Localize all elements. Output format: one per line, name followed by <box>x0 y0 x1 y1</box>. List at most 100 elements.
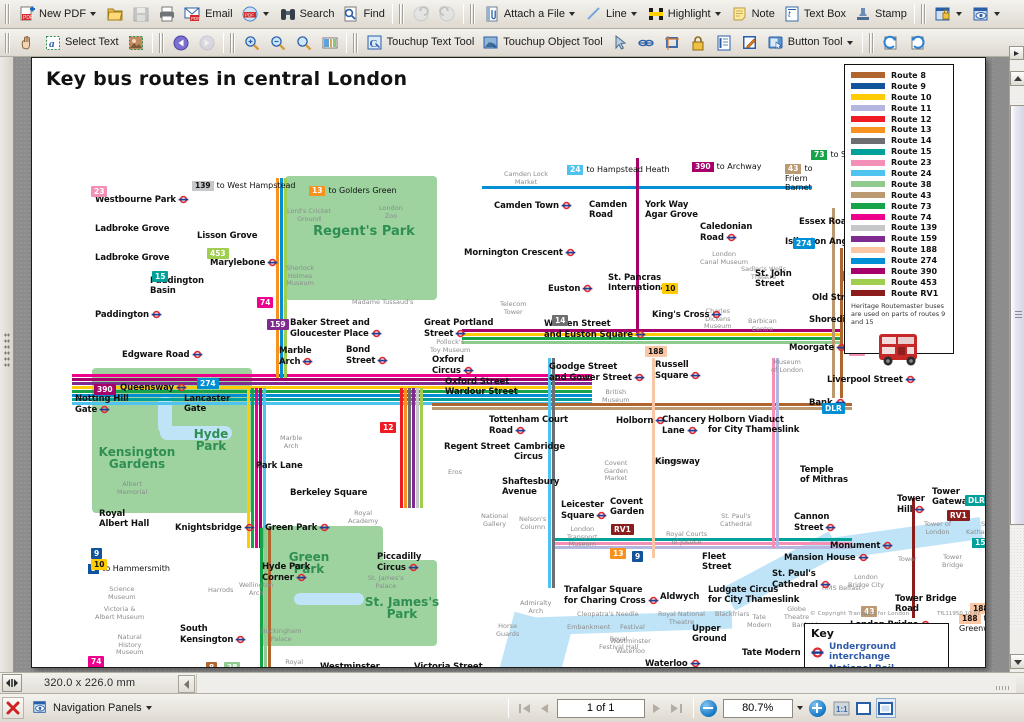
toolbar-grip[interactable] <box>158 32 165 53</box>
route-number-badge: 23 <box>91 186 108 197</box>
new-pdf-label: New PDF <box>39 7 87 20</box>
open-button[interactable] <box>102 2 128 26</box>
snapshot-button[interactable] <box>123 31 149 55</box>
toolbar-grip[interactable] <box>5 32 11 53</box>
key-item-underground: Underground interchange <box>811 642 942 662</box>
text-box-button[interactable]: t Text Box <box>779 2 850 26</box>
rotate-cw-button[interactable] <box>904 31 930 55</box>
previous-view-button[interactable] <box>168 31 194 55</box>
navigation-pane-strip[interactable] <box>0 57 14 672</box>
attach-file-button[interactable]: Attach a File <box>479 2 581 26</box>
scrollbar-thumb[interactable] <box>1010 105 1024 525</box>
vertical-scrollbar[interactable] <box>1009 46 1024 672</box>
search-label: Search <box>299 7 335 20</box>
chevron-down-icon[interactable] <box>714 12 721 16</box>
print-button[interactable] <box>154 2 180 26</box>
station-name: Cannon Street <box>794 512 830 533</box>
rotate-ccw-button[interactable] <box>878 31 904 55</box>
edit-form-button[interactable] <box>737 31 763 55</box>
next-view-button[interactable] <box>194 31 220 55</box>
chevron-down-icon[interactable] <box>262 12 269 16</box>
security-field-button[interactable] <box>685 31 711 55</box>
zoom-out-button-status[interactable] <box>699 699 717 717</box>
fit-width-button[interactable] <box>875 698 896 718</box>
form-field-button[interactable] <box>711 31 737 55</box>
underground-roundel-icon <box>597 511 607 519</box>
pdf-page[interactable]: Key bus routes in central London Regent'… <box>31 57 986 668</box>
pane-splitter-grip[interactable] <box>4 332 10 368</box>
zoom-out-button[interactable] <box>265 31 291 55</box>
chevron-down-icon[interactable] <box>796 706 803 710</box>
chevron-down-icon[interactable] <box>993 12 1000 16</box>
toolbar-grip[interactable] <box>5 4 11 24</box>
page-canvas[interactable]: Key bus routes in central London Regent'… <box>15 57 996 672</box>
line-tool-button[interactable]: Line <box>581 2 643 26</box>
chevron-down-icon[interactable] <box>955 12 962 16</box>
toolbar-grip[interactable] <box>868 32 875 53</box>
route-line <box>462 329 842 333</box>
station-name: Cambridge Circus <box>514 442 566 462</box>
button-tool-button[interactable]: Button Tool <box>763 31 859 55</box>
station-name: Mornington Crescent <box>464 248 563 258</box>
zoom-level-field[interactable]: 80.7% <box>722 698 793 718</box>
underground-roundel-icon <box>176 383 187 392</box>
first-page-button[interactable] <box>515 698 535 718</box>
close-panel-button[interactable] <box>2 697 24 719</box>
select-object-button[interactable] <box>607 31 633 55</box>
toolbar-grip[interactable] <box>352 32 359 53</box>
previous-page-button[interactable] <box>535 698 555 718</box>
scroll-down-button[interactable] <box>1010 654 1024 669</box>
pdf-convert-button[interactable]: PDF <box>237 2 275 26</box>
toolbar-separator <box>462 4 464 24</box>
navigation-panels-button[interactable]: Navigation Panels <box>28 696 158 720</box>
route-number-badge: 14 <box>552 315 569 326</box>
horizontal-scrollbar[interactable] <box>196 674 1016 693</box>
link-tool-button[interactable] <box>633 31 659 55</box>
route-line <box>462 333 842 337</box>
touchup-object-tool-button[interactable]: Touchup Object Tool <box>478 31 606 55</box>
chevron-down-icon[interactable] <box>630 12 637 16</box>
line-icon <box>585 5 603 23</box>
scroll-up-button[interactable] <box>1010 71 1024 86</box>
toolbar-grip[interactable] <box>398 4 405 24</box>
legend-route-label: Route 12 <box>891 114 932 124</box>
chevron-down-icon[interactable] <box>90 12 97 16</box>
highlight-button[interactable]: Highlight <box>643 2 727 26</box>
chevron-down-icon[interactable] <box>145 706 152 710</box>
find-button[interactable]: Find <box>338 2 388 26</box>
email-button[interactable]: PDF Email <box>180 2 237 26</box>
note-button[interactable]: Note <box>727 2 779 26</box>
loupe-button[interactable] <box>291 31 317 55</box>
redo-button[interactable] <box>434 2 460 26</box>
toolbar-grip[interactable] <box>229 32 236 53</box>
undo-button[interactable] <box>408 2 434 26</box>
select-text-button[interactable]: a Select Text <box>40 31 123 55</box>
chevron-down-icon[interactable] <box>846 40 853 45</box>
secure-button[interactable] <box>930 2 968 26</box>
actual-size-button[interactable]: 1:1 <box>832 698 852 718</box>
stamp-button[interactable]: Stamp <box>850 2 911 26</box>
next-page-button[interactable] <box>647 698 667 718</box>
toolbar-grip[interactable] <box>469 4 476 24</box>
last-page-button[interactable] <box>667 698 687 718</box>
new-pdf-button[interactable]: PDF New PDF <box>14 2 102 26</box>
collapse-pane-button[interactable] <box>178 675 195 693</box>
toolbar-grip[interactable] <box>920 4 927 24</box>
legend-row: Route 38 <box>851 179 947 190</box>
split-view-button[interactable] <box>2 674 22 692</box>
scroll-split-button[interactable] <box>1009 46 1024 60</box>
chevron-down-icon[interactable] <box>568 12 575 16</box>
page-number-field[interactable]: 1 of 1 <box>556 698 645 718</box>
poi-label: Eros <box>448 468 462 476</box>
hand-tool-button[interactable] <box>14 31 40 55</box>
zoom-in-button[interactable] <box>239 31 265 55</box>
crop-tool-button[interactable] <box>659 31 685 55</box>
pan-zoom-window-button[interactable] <box>317 31 343 55</box>
legend-row: Route 23 <box>851 157 947 168</box>
touchup-text-tool-button[interactable]: C Touchup Text Tool <box>362 31 479 55</box>
search-button[interactable]: Search <box>275 2 339 26</box>
save-button[interactable] <box>128 2 154 26</box>
fit-page-button[interactable] <box>854 698 874 718</box>
review-button[interactable] <box>968 2 1006 26</box>
zoom-in-button-status[interactable] <box>808 699 826 717</box>
